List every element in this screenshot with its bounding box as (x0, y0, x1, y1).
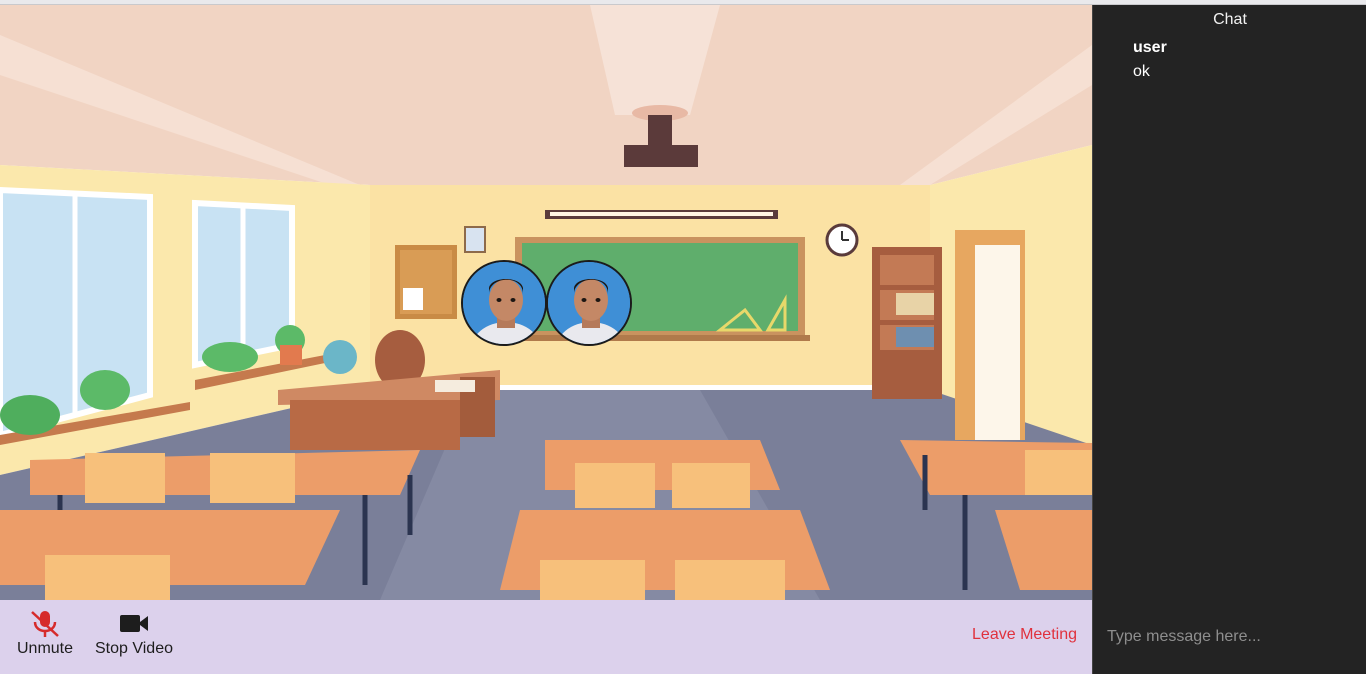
chat-message-input[interactable] (1093, 617, 1366, 657)
chat-message-text: ok (1133, 63, 1150, 80)
participant-avatar[interactable] (546, 260, 632, 346)
mute-button[interactable]: Unmute (17, 610, 73, 658)
chat-title: Chat (1213, 11, 1247, 28)
video-camera-icon (120, 615, 148, 632)
chat-message-user: user (1133, 39, 1167, 56)
meeting-toolbar: Unmute Stop Video Leave Meeting (0, 600, 1092, 674)
stop-video-button[interactable]: Stop Video (95, 610, 173, 658)
microphone-muted-icon (31, 611, 59, 637)
person-video-icon (548, 262, 630, 344)
chat-panel: Chat user ok (1092, 5, 1366, 674)
person-video-icon (463, 262, 545, 344)
mute-label: Unmute (17, 640, 74, 657)
participant-avatar[interactable] (461, 260, 547, 346)
stop-video-label: Stop Video (95, 640, 173, 657)
classroom-scene (0, 5, 1092, 600)
leave-meeting-button[interactable]: Leave Meeting (972, 626, 1077, 644)
